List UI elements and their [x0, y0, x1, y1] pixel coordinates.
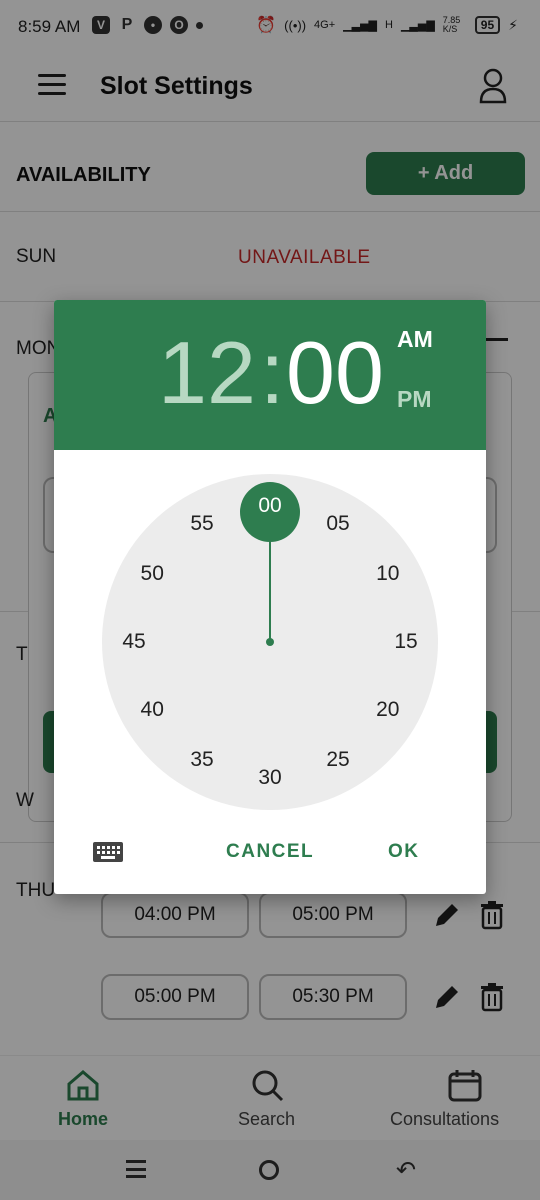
minute-display[interactable]: 00 [286, 322, 384, 424]
dial-minute-05[interactable]: 05 [318, 509, 358, 539]
dial-minute-35[interactable]: 35 [182, 745, 222, 775]
time-picker-dialog: 12 : 00 AM PM 00 05 10 15 20 25 30 35 40 45 50 55 C… [54, 300, 486, 894]
ok-button[interactable]: OK [388, 841, 420, 863]
keyboard-input-icon[interactable] [92, 840, 124, 864]
pm-toggle[interactable]: PM [397, 386, 432, 413]
hour-display[interactable]: 12 [158, 322, 256, 424]
clock-center-dot [266, 638, 274, 646]
dial-minute-10[interactable]: 10 [368, 559, 408, 589]
dial-minute-25[interactable]: 25 [318, 745, 358, 775]
dial-minute-00[interactable]: 00 [250, 491, 290, 521]
time-picker-header: 12 : 00 AM PM [54, 300, 486, 450]
cancel-button[interactable]: CANCEL [226, 841, 314, 863]
dial-minute-20[interactable]: 20 [368, 695, 408, 725]
dial-minute-45[interactable]: 45 [114, 627, 154, 657]
dial-minute-55[interactable]: 55 [182, 509, 222, 539]
dial-minute-30[interactable]: 30 [250, 763, 290, 793]
clock-hand [269, 538, 271, 642]
am-toggle[interactable]: AM [397, 326, 433, 353]
minute-dial[interactable]: 00 05 10 15 20 25 30 35 40 45 50 55 [102, 474, 438, 810]
time-separator: : [260, 323, 285, 422]
dial-minute-40[interactable]: 40 [132, 695, 172, 725]
dial-minute-15[interactable]: 15 [386, 627, 426, 657]
dial-minute-50[interactable]: 50 [132, 559, 172, 589]
